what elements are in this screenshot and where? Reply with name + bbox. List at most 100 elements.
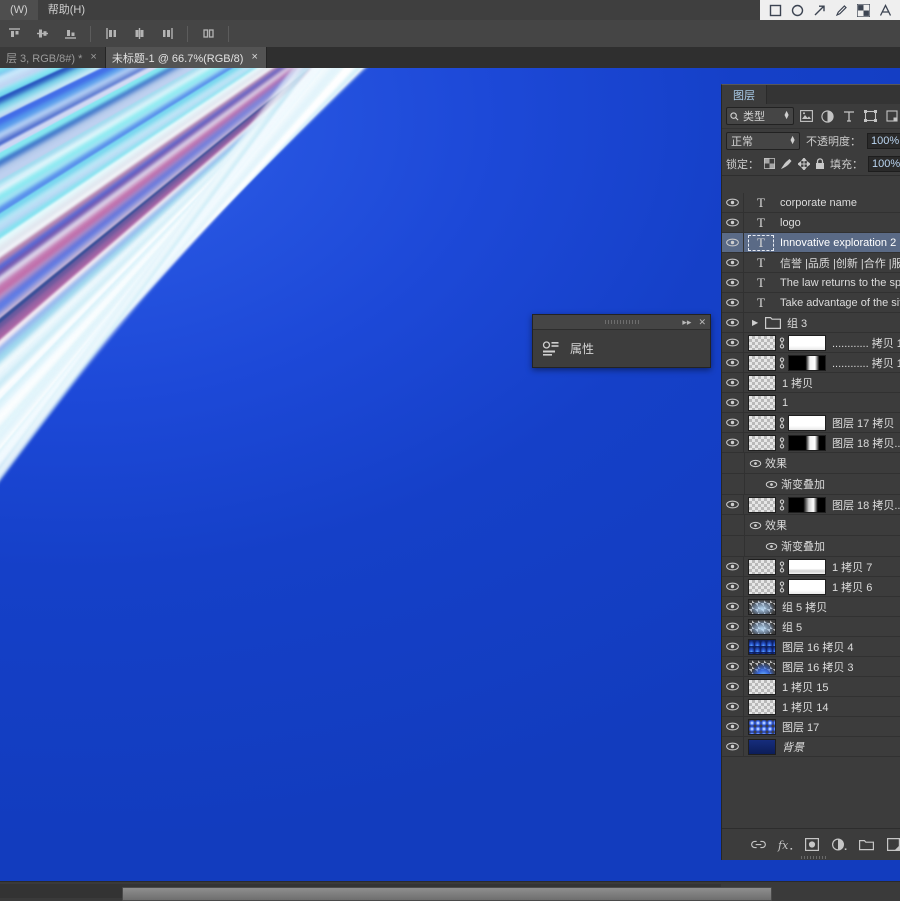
distribute-horizontal-centers-button[interactable]	[126, 23, 152, 44]
layer-thumbnail-cell[interactable]: T	[744, 275, 774, 291]
filter-pixel-icon[interactable]	[797, 107, 815, 125]
layer-thumbnail-cell[interactable]	[744, 415, 826, 431]
layer-row[interactable]: 组 5 拷贝	[722, 597, 900, 617]
layer-thumbnail-cell[interactable]	[744, 619, 776, 635]
layer-visibility-toggle[interactable]	[722, 557, 744, 576]
layer-thumbnail[interactable]	[748, 679, 776, 695]
layer-row[interactable]: 1 拷贝 6	[722, 577, 900, 597]
close-icon[interactable]: ✕	[698, 318, 706, 327]
layer-thumbnail[interactable]	[748, 619, 776, 635]
layer-visibility-toggle[interactable]	[722, 433, 744, 452]
layer-effect-item-row[interactable]: 渐变叠加	[722, 536, 900, 557]
mask-link-icon[interactable]	[778, 337, 786, 349]
layer-thumbnail-cell[interactable]	[744, 559, 826, 575]
layer-visibility-toggle[interactable]	[722, 597, 744, 616]
eye-icon[interactable]	[761, 542, 781, 551]
layer-thumbnail-cell[interactable]	[744, 497, 826, 513]
layer-visibility-toggle[interactable]	[722, 657, 744, 676]
close-icon[interactable]: ×	[90, 52, 96, 63]
layer-row[interactable]: ............ 拷贝 17	[722, 353, 900, 373]
layer-visibility-toggle[interactable]	[722, 737, 744, 756]
layer-visibility-toggle[interactable]	[722, 293, 744, 312]
new-layer-icon[interactable]	[885, 837, 900, 853]
mask-link-icon[interactable]	[778, 561, 786, 573]
layer-visibility-toggle[interactable]	[722, 193, 744, 212]
layer-thumbnail[interactable]	[748, 435, 776, 451]
layer-thumbnail[interactable]	[748, 659, 776, 675]
chevron-right-icon[interactable]: ▶	[752, 318, 761, 327]
arrow-icon[interactable]	[808, 0, 830, 20]
filter-shape-icon[interactable]	[861, 107, 879, 125]
layer-row[interactable]: T The law returns to the spr	[722, 273, 900, 293]
layer-thumbnail-cell[interactable]	[744, 335, 826, 351]
layer-visibility-toggle[interactable]	[722, 617, 744, 636]
layer-row[interactable]: 图层 18 拷贝...	[722, 495, 900, 515]
layer-mask-thumbnail[interactable]	[788, 579, 826, 595]
layer-thumbnail-cell[interactable]	[744, 395, 776, 411]
eye-icon[interactable]	[745, 459, 765, 468]
mask-link-icon[interactable]	[778, 437, 786, 449]
pencil-icon[interactable]	[830, 0, 852, 20]
layer-thumbnail[interactable]	[748, 355, 776, 371]
lock-transparent-pixels-icon[interactable]	[764, 156, 775, 171]
panel-resize-grip[interactable]	[801, 856, 827, 859]
layer-row[interactable]: 图层 18 拷贝...	[722, 433, 900, 453]
lock-image-pixels-icon[interactable]	[780, 156, 793, 171]
new-group-icon[interactable]	[858, 837, 874, 853]
layer-thumbnail-cell[interactable]	[744, 639, 776, 655]
layer-thumbnail[interactable]	[748, 335, 776, 351]
layer-visibility-toggle[interactable]	[722, 393, 744, 412]
layer-visibility-toggle[interactable]	[722, 697, 744, 716]
rectangle-icon[interactable]	[764, 0, 786, 20]
layer-visibility-toggle[interactable]	[722, 577, 744, 596]
layer-row[interactable]: 图层 16 拷贝 4	[722, 637, 900, 657]
tab-layers[interactable]: 图层	[722, 85, 767, 104]
layer-thumbnail-cell[interactable]	[744, 355, 826, 371]
mask-link-icon[interactable]	[778, 499, 786, 511]
checkerboard-icon[interactable]	[852, 0, 874, 20]
layer-thumbnail-cell[interactable]: T	[744, 255, 774, 271]
blend-mode-select[interactable]: 正常 ▲ ▼	[726, 132, 800, 150]
layer-row[interactable]: T Innovative exploration 2	[722, 233, 900, 253]
chevron-updown-icon[interactable]: ▲ ▼	[783, 112, 790, 120]
eye-icon[interactable]	[761, 480, 781, 489]
layer-mask-thumbnail[interactable]	[788, 335, 826, 351]
layer-thumbnail-cell[interactable]: ▶	[744, 316, 781, 329]
layer-visibility-toggle[interactable]	[722, 213, 744, 232]
filter-type-icon[interactable]	[840, 107, 858, 125]
align-vertical-centers-button[interactable]	[29, 23, 55, 44]
opacity-value[interactable]: 100%	[867, 133, 900, 149]
align-top-edges-button[interactable]	[1, 23, 27, 44]
menu-item-help[interactable]: 帮助(H)	[38, 0, 95, 20]
layer-mask-thumbnail[interactable]	[788, 435, 826, 451]
mask-link-icon[interactable]	[778, 581, 786, 593]
layer-row[interactable]: 1 拷贝 14	[722, 697, 900, 717]
layer-mask-thumbnail[interactable]	[788, 415, 826, 431]
layer-row[interactable]: 1 拷贝 15	[722, 677, 900, 697]
layer-row[interactable]: 图层 17	[722, 717, 900, 737]
layer-row[interactable]: T 信誉 |品质 |创新 |合作 |服	[722, 253, 900, 273]
layer-visibility-toggle[interactable]	[722, 333, 744, 352]
layer-thumbnail-cell[interactable]	[744, 579, 826, 595]
layer-thumbnail[interactable]	[748, 639, 776, 655]
fill-value[interactable]: 100%	[868, 156, 900, 172]
layer-row[interactable]: ............ 拷贝 18	[722, 333, 900, 353]
horizontal-scrollbar-track[interactable]	[0, 884, 721, 898]
chevron-updown-icon[interactable]: ▲ ▼	[789, 136, 796, 144]
filter-smart-object-icon[interactable]	[883, 107, 900, 125]
layer-visibility-toggle[interactable]	[722, 495, 744, 514]
new-adjustment-layer-icon[interactable]	[831, 837, 847, 853]
layer-visibility-toggle[interactable]	[722, 253, 744, 272]
text-a-icon[interactable]	[874, 0, 896, 20]
layer-list[interactable]: Tcorporate name Tlogo T Innovative explorat…	[722, 193, 900, 829]
layer-thumbnail[interactable]	[748, 559, 776, 575]
menu-item-window[interactable]: (W)	[0, 0, 38, 20]
align-bottom-edges-button[interactable]	[57, 23, 83, 44]
layer-row[interactable]: 1 拷贝	[722, 373, 900, 393]
layer-thumbnail[interactable]	[748, 719, 776, 735]
layer-row[interactable]: 1	[722, 393, 900, 413]
layer-thumbnail-cell[interactable]: T	[744, 295, 774, 311]
layer-thumbnail-cell[interactable]	[744, 659, 776, 675]
layer-visibility-toggle[interactable]	[722, 353, 744, 372]
collapse-icon[interactable]: ▸▸	[682, 318, 691, 327]
